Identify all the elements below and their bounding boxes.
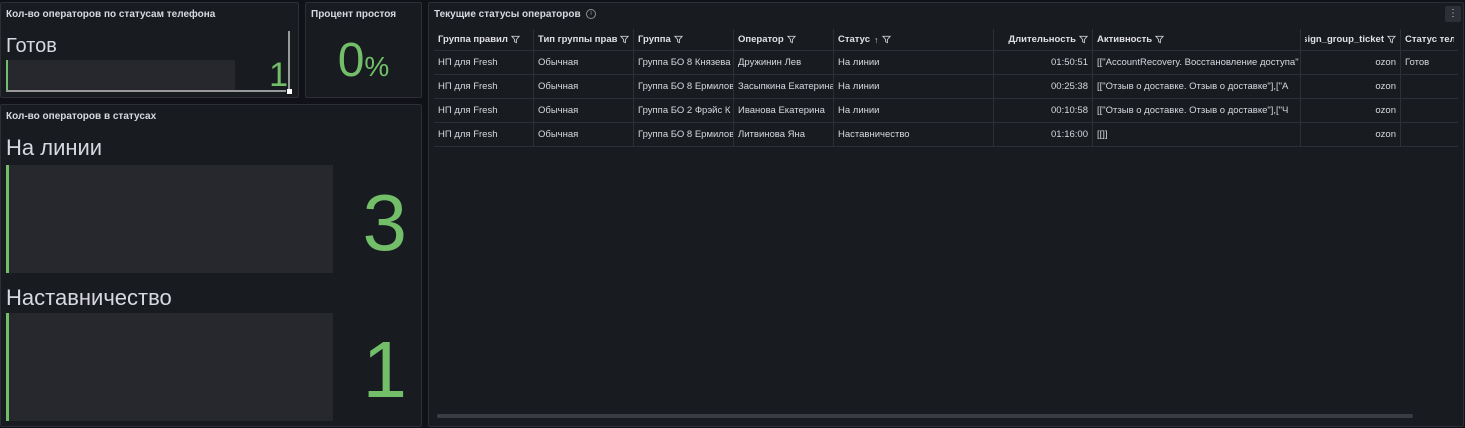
cell-status: На линии [834, 75, 994, 98]
sort-asc-icon[interactable]: ↑ [874, 35, 879, 45]
bar-gauge [6, 60, 235, 90]
cell-activity: [["Отзыв о доставке. Отзыв о доставке"],… [1093, 99, 1301, 122]
operators-table: Группа правил Тип группы правил Группа О… [434, 29, 1458, 147]
cell-assign-group: ozon [1301, 123, 1401, 146]
column-header-duration[interactable]: Длительность [994, 29, 1093, 50]
panel-title: Процент простоя [311, 9, 397, 20]
panel-title: Кол-во операторов в статусах [6, 111, 157, 122]
status-counts-panel: Кол-во операторов в статусах На линии 3 … [0, 104, 422, 427]
cell-status: На линии [834, 99, 994, 122]
column-header-phone-status[interactable]: Статус телефона [1401, 29, 1458, 50]
cell-group: Группа БО 2 Фрэйс К [634, 99, 734, 122]
cell-duration: 00:25:38 [994, 75, 1093, 98]
column-header-group[interactable]: Группа [634, 29, 734, 50]
bar-accent-mentoring [6, 313, 9, 421]
column-header-rule-group[interactable]: Группа правил [434, 29, 534, 50]
bar-gauge-mentoring [6, 313, 333, 421]
phone-status-panel: Кол-во операторов по статусам телефона Г… [0, 2, 299, 98]
status-label-online: На линии [6, 135, 103, 160]
column-header-activity[interactable]: Активность [1093, 29, 1301, 50]
table-header: Группа правил Тип группы правил Группа О… [434, 29, 1458, 51]
cell-rule-group: НП для Fresh [434, 123, 534, 146]
filter-icon[interactable] [1079, 35, 1088, 44]
idle-number: 0 [337, 34, 365, 87]
cell-rule-group-type: Обычная [534, 75, 634, 98]
status-label: Готов [6, 35, 57, 57]
cell-assign-group: ozon [1301, 75, 1401, 98]
cell-rule-group-type: Обычная [534, 123, 634, 146]
cell-activity: [[]] [1093, 123, 1301, 146]
column-header-assign-group[interactable]: assign_group_ticket [1301, 29, 1401, 50]
resize-handle[interactable] [287, 89, 292, 94]
status-value-online: 3 [362, 178, 408, 267]
cell-group: Группа БО 8 Ермилова [634, 75, 734, 98]
filter-icon[interactable] [1387, 35, 1396, 44]
cell-operator: Иванова Екатерина [734, 99, 834, 122]
cell-group: Группа БО 8 Ермилова [634, 123, 734, 146]
idle-percent-panel: Процент простоя 0% [305, 2, 422, 98]
cell-assign-group: ozon [1301, 99, 1401, 122]
operators-table-panel: Текущие статусы операторов i ⋮ Группа пр… [428, 2, 1464, 427]
cell-group: Группа БО 8 Князева [634, 51, 734, 74]
cell-rule-group-type: Обычная [534, 99, 634, 122]
cell-activity: [["Отзыв о доставке. Отзыв о доставке"],… [1093, 75, 1301, 98]
panel-title: Кол-во операторов по статусам телефона [6, 9, 216, 20]
filter-icon[interactable] [881, 35, 891, 44]
table-row[interactable]: НП для Fresh Обычная Группа БО 2 Фрэйс К… [434, 99, 1458, 123]
bar-accent [6, 60, 8, 90]
table-row[interactable]: НП для Fresh Обычная Группа БО 8 Ермилов… [434, 123, 1458, 147]
filter-icon[interactable] [510, 35, 520, 44]
cell-activity: [["AccountRecovery. Восстановление досту… [1093, 51, 1301, 74]
cell-phone-status [1401, 123, 1458, 146]
column-header-operator[interactable]: Оператор [734, 29, 834, 50]
column-header-rule-group-type[interactable]: Тип группы правил [534, 29, 634, 50]
bar-gauge-online [6, 165, 333, 273]
cell-duration: 01:16:00 [994, 123, 1093, 146]
cell-operator: Дружинин Лев [734, 51, 834, 74]
cell-rule-group: НП для Fresh [434, 75, 534, 98]
table-row[interactable]: НП для Fresh Обычная Группа БО 8 Ермилов… [434, 75, 1458, 99]
cell-assign-group: ozon [1301, 51, 1401, 74]
bar-accent-online [6, 165, 9, 273]
filter-icon[interactable] [1155, 35, 1165, 44]
status-value: 1 [269, 56, 288, 94]
cell-operator: Засыпкина Екатерина [734, 75, 834, 98]
panel-title: Текущие статусы операторов [434, 9, 581, 20]
cell-rule-group-type: Обычная [534, 51, 634, 74]
cell-phone-status [1401, 99, 1458, 122]
cell-status: На линии [834, 51, 994, 74]
cell-duration: 01:50:51 [994, 51, 1093, 74]
horizontal-scrollbar[interactable] [6, 90, 286, 92]
table-horizontal-scrollbar[interactable] [437, 414, 1413, 418]
cell-rule-group: НП для Fresh [434, 99, 534, 122]
cell-duration: 00:10:58 [994, 99, 1093, 122]
panel-menu-icon[interactable]: ⋮ [1445, 6, 1461, 22]
status-label-mentoring: Наставничество [6, 285, 172, 310]
idle-unit: % [364, 51, 390, 82]
info-icon[interactable]: i [586, 9, 596, 19]
status-value-mentoring: 1 [362, 325, 408, 414]
table-row[interactable]: НП для Fresh Обычная Группа БО 8 Князева… [434, 51, 1458, 75]
filter-icon[interactable] [620, 35, 629, 44]
idle-percent-value: 0% [306, 33, 421, 88]
cell-phone-status: Готов [1405, 57, 1430, 68]
vertical-scrollbar[interactable] [288, 31, 290, 91]
cell-phone-status [1401, 75, 1458, 98]
filter-icon[interactable] [673, 35, 683, 44]
cell-operator: Литвинова Яна [734, 123, 834, 146]
filter-icon[interactable] [786, 35, 796, 44]
cell-status: Наставничество [834, 123, 994, 146]
column-header-status[interactable]: Статус ↑ [834, 29, 994, 50]
cell-rule-group: НП для Fresh [434, 51, 534, 74]
